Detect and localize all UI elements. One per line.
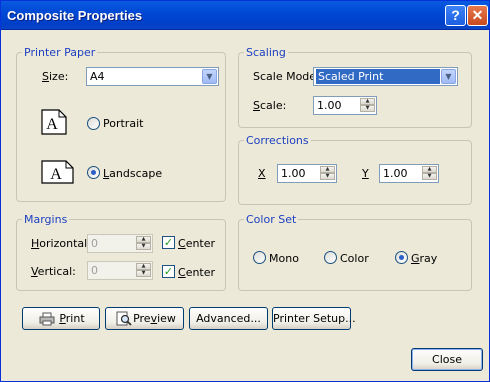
portrait-radio[interactable] — [87, 117, 100, 130]
color-radio[interactable] — [324, 251, 337, 264]
horizontal-center-label: Center — [178, 237, 216, 250]
scaling-legend: Scaling — [246, 46, 286, 59]
horizontal-label: Horizontal: — [31, 237, 91, 250]
chevron-down-icon[interactable]: ▼ — [202, 69, 217, 84]
help-button[interactable]: ? — [445, 5, 466, 26]
scaling-group: Scaling — [238, 46, 472, 128]
title-bar: Composite Properties ? ✕ — [1, 1, 489, 30]
printer-setup-button[interactable]: Printer Setup... — [272, 307, 356, 330]
landscape-label: Landscape — [103, 167, 163, 180]
spin-up-icon[interactable]: ▲ — [136, 236, 151, 243]
spin-down-icon[interactable]: ▼ — [136, 270, 151, 277]
svg-text:A: A — [50, 166, 62, 183]
close-button[interactable]: Close — [411, 348, 483, 371]
close-label: Close — [432, 353, 462, 366]
close-window-button[interactable]: ✕ — [467, 5, 488, 26]
size-select[interactable]: A4 ▼ — [86, 67, 219, 86]
preview-magnifier-icon — [116, 311, 132, 326]
vertical-margin-value: 0 — [91, 264, 98, 277]
spin-up-icon[interactable]: ▲ — [320, 166, 335, 173]
gray-radio[interactable] — [395, 251, 408, 264]
scale-mode-select[interactable]: Scaled Print ▼ — [313, 67, 458, 86]
color-set-legend: Color Set — [246, 213, 297, 226]
size-label: Size: — [42, 70, 69, 83]
horizontal-margin-spinner[interactable]: 0 ▲ ▼ — [87, 234, 153, 253]
composite-properties-dialog: Composite Properties ? ✕ Printer Paper S… — [0, 0, 490, 382]
window-title: Composite Properties — [7, 8, 143, 23]
spin-down-icon[interactable]: ▼ — [360, 105, 375, 112]
printer-paper-legend: Printer Paper — [24, 46, 96, 59]
landscape-page-icon: A — [41, 160, 74, 184]
spin-down-icon[interactable]: ▼ — [136, 243, 151, 250]
portrait-label: Portrait — [103, 117, 144, 130]
scale-spinner[interactable]: 1.00 ▲ ▼ — [313, 96, 377, 115]
spin-down-icon[interactable]: ▼ — [422, 173, 437, 180]
x-correction-spinner[interactable]: 1.00 ▲ ▼ — [277, 164, 337, 183]
scale-label: Scale: — [253, 99, 287, 112]
margins-legend: Margins — [24, 213, 68, 226]
close-icon: ✕ — [471, 7, 484, 23]
horizontal-center-checkbox[interactable]: ✓ — [162, 236, 175, 249]
vertical-margin-spinner[interactable]: 0 ▲ ▼ — [87, 261, 153, 280]
y-label: Y — [362, 167, 369, 180]
print-button[interactable]: Print — [22, 307, 100, 330]
x-value: 1.00 — [281, 167, 306, 180]
y-correction-spinner[interactable]: 1.00 ▲ ▼ — [379, 164, 439, 183]
chevron-down-icon[interactable]: ▼ — [441, 69, 456, 84]
landscape-radio[interactable] — [87, 166, 100, 179]
scale-mode-label: Scale Mode — [253, 70, 317, 83]
vertical-center-label: Center — [178, 266, 216, 279]
size-value: A4 — [90, 70, 105, 83]
vertical-label: Vertical: — [31, 265, 76, 278]
spin-up-icon[interactable]: ▲ — [360, 98, 375, 105]
printer-setup-label: Printer Setup... — [273, 312, 356, 325]
portrait-page-icon: A — [41, 109, 67, 135]
spin-up-icon[interactable]: ▲ — [136, 263, 151, 270]
mono-radio[interactable] — [253, 251, 266, 264]
gray-label: Gray — [411, 252, 438, 265]
help-icon: ? — [451, 7, 460, 23]
scale-mode-value: Scaled Print — [316, 69, 440, 84]
vertical-center-checkbox[interactable]: ✓ — [162, 265, 175, 278]
advanced-button[interactable]: Advanced... — [189, 307, 268, 330]
corrections-legend: Corrections — [246, 134, 309, 147]
color-label: Color — [340, 252, 369, 265]
printer-icon — [39, 312, 55, 326]
x-label: X — [258, 167, 266, 180]
horizontal-margin-value: 0 — [91, 237, 98, 250]
y-value: 1.00 — [383, 167, 408, 180]
advanced-label: Advanced... — [196, 312, 261, 325]
preview-button[interactable]: Preview — [105, 307, 184, 330]
scale-value: 1.00 — [317, 99, 342, 112]
spin-up-icon[interactable]: ▲ — [422, 166, 437, 173]
spin-down-icon[interactable]: ▼ — [320, 173, 335, 180]
svg-text:A: A — [46, 116, 58, 133]
mono-label: Mono — [269, 252, 299, 265]
